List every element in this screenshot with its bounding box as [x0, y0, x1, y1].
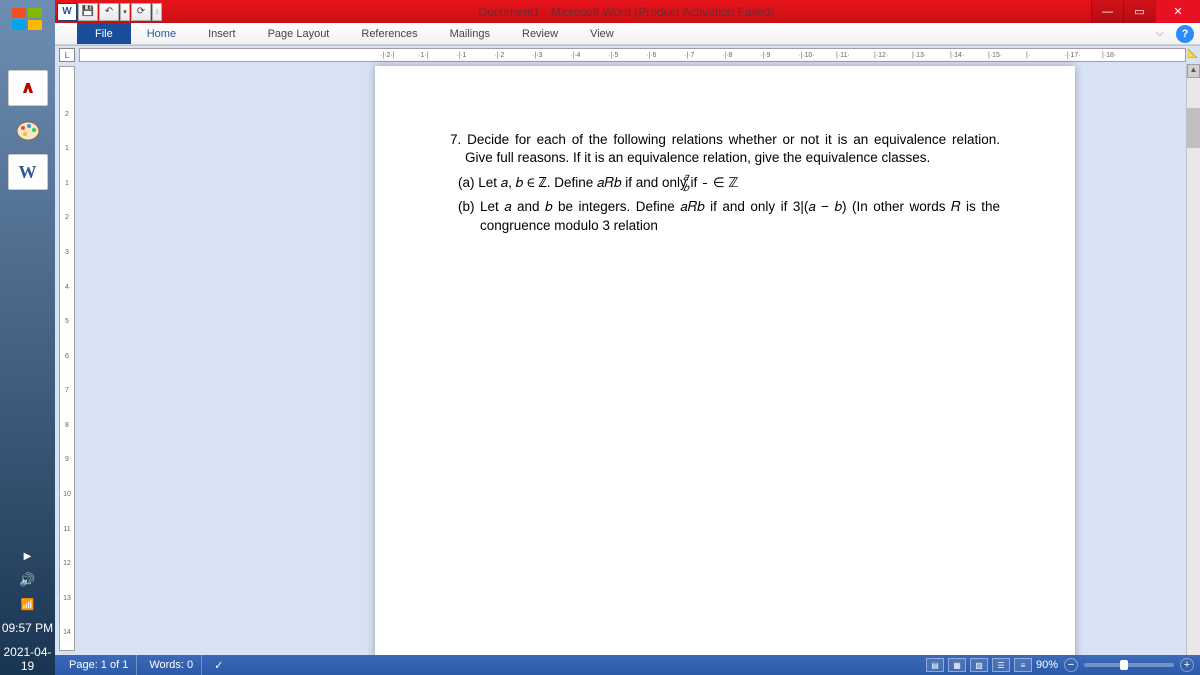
qat-customize-icon[interactable]: ⁝	[152, 3, 162, 21]
windows-taskbar: W ▶ 🔊 📶 09:57 PM 2021-04-19	[0, 0, 55, 675]
tab-home[interactable]: Home	[131, 23, 192, 44]
question-7b: (b) Let 𝑎 and 𝑏 be integers. Define 𝑎𝑅𝑏 …	[480, 198, 1000, 234]
tab-page-layout[interactable]: Page Layout	[252, 23, 346, 44]
document-name: Document1	[479, 5, 540, 19]
tab-mailings[interactable]: Mailings	[434, 23, 506, 44]
quick-access-toolbar: W 💾 ↶ ▾ ⟳ ⁝	[55, 3, 162, 21]
draft-view-icon[interactable]: ≡	[1014, 658, 1032, 672]
minimize-button[interactable]: —	[1091, 0, 1123, 23]
scroll-thumb[interactable]	[1187, 108, 1200, 148]
help-button[interactable]: ?	[1176, 25, 1194, 43]
tray-arrow-icon[interactable]: ▶	[0, 549, 55, 564]
document-area: L ·|·2·|·1·|·|·1·|·2·|·3·|·4·|·5·|·6·|·7…	[55, 45, 1200, 655]
vertical-scrollbar[interactable]: ▲	[1186, 64, 1200, 655]
tab-insert[interactable]: Insert	[192, 23, 252, 44]
ribbon-minimize-icon[interactable]: ⌵	[1156, 27, 1164, 40]
close-button[interactable]: ✕	[1155, 0, 1200, 23]
ribbon-tabs: File Home Insert Page Layout References …	[55, 23, 1200, 45]
tab-references[interactable]: References	[345, 23, 433, 44]
vertical-ruler[interactable]: 211234567891011121314	[59, 66, 75, 651]
start-button[interactable]	[8, 4, 48, 34]
zoom-control: 90% − +	[1036, 658, 1194, 672]
tab-selector[interactable]: L	[59, 48, 75, 62]
zoom-in-button[interactable]: +	[1180, 658, 1194, 672]
horizontal-ruler[interactable]: ·|·2·|·1·|·|·1·|·2·|·3·|·4·|·5·|·6·|·7·|…	[79, 48, 1186, 62]
word-window: W 💾 ↶ ▾ ⟳ ⁝ Document1 - Microsoft Word (…	[55, 0, 1200, 675]
acrobat-icon[interactable]	[8, 70, 48, 106]
print-layout-view-icon[interactable]: ▤	[926, 658, 944, 672]
question-7a: (a) Let 𝑎, 𝑏 ∈ ℤ. Define 𝑎𝑅𝑏 if and only…	[480, 173, 1000, 194]
scroll-up-icon[interactable]: ▲	[1187, 64, 1200, 78]
question-7: 7. Decide for each of the following rela…	[465, 131, 1000, 167]
clock-date[interactable]: 2021-04-19	[0, 643, 55, 675]
window-title: Document1 - Microsoft Word (Product Acti…	[162, 5, 1091, 19]
fullscreen-view-icon[interactable]: ▦	[948, 658, 966, 672]
paint-icon[interactable]	[8, 112, 48, 148]
zoom-out-button[interactable]: −	[1064, 658, 1078, 672]
file-tab[interactable]: File	[77, 23, 131, 44]
outline-view-icon[interactable]: ☰	[992, 658, 1010, 672]
word-app-icon[interactable]: W	[57, 3, 77, 21]
proofing-icon[interactable]: ✓	[206, 655, 231, 675]
network-icon[interactable]: 📶	[0, 596, 55, 613]
word-count[interactable]: Words: 0	[141, 655, 202, 675]
tab-view[interactable]: View	[574, 23, 630, 44]
tab-review[interactable]: Review	[506, 23, 574, 44]
document-page[interactable]: 7. Decide for each of the following rela…	[375, 66, 1075, 655]
page-indicator[interactable]: Page: 1 of 1	[61, 655, 137, 675]
app-name: Microsoft Word (Product Activation Faile…	[551, 5, 775, 19]
clock-time[interactable]: 09:57 PM	[0, 619, 55, 637]
redo-icon[interactable]: ⟳	[131, 3, 151, 21]
ruler-toggle-icon[interactable]: 📐	[1186, 48, 1200, 64]
word-taskbar-icon[interactable]: W	[8, 154, 48, 190]
fraction: 𝑎𝑏	[703, 173, 707, 194]
undo-icon[interactable]: ↶	[99, 3, 119, 21]
zoom-slider[interactable]	[1084, 663, 1174, 667]
web-layout-view-icon[interactable]: ▧	[970, 658, 988, 672]
maximize-button[interactable]: ▭	[1123, 0, 1155, 23]
titlebar: W 💾 ↶ ▾ ⟳ ⁝ Document1 - Microsoft Word (…	[55, 0, 1200, 23]
status-bar: Page: 1 of 1 Words: 0 ✓ ▤ ▦ ▧ ☰ ≡ 90% − …	[55, 655, 1200, 675]
save-icon[interactable]: 💾	[78, 3, 98, 21]
window-controls: — ▭ ✕	[1091, 0, 1200, 23]
undo-dropdown-icon[interactable]: ▾	[120, 3, 130, 21]
sound-icon[interactable]: 🔊	[0, 570, 55, 590]
zoom-level[interactable]: 90%	[1036, 659, 1058, 671]
